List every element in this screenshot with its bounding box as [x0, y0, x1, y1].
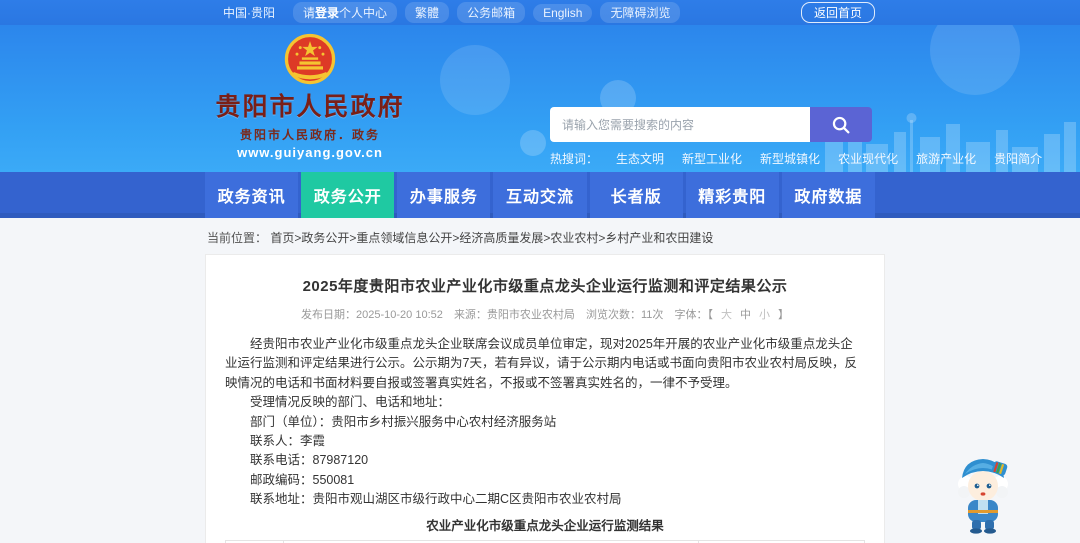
- topbar-link-traditional-chinese[interactable]: 繁體: [405, 2, 450, 23]
- contact-address-line: 联系地址：贵阳市观山湖区市级行政中心二期C区贵阳市农业农村局: [250, 492, 622, 506]
- font-size-small-button[interactable]: 小: [759, 309, 770, 321]
- article-card: 2025年度贵阳市农业产业化市级重点龙头企业运行监测和评定结果公示 发布日期：2…: [205, 254, 885, 543]
- site-header-banner: 贵阳市人民政府 贵阳市人民政府．政务 www.guiyang.gov.cn 热搜…: [0, 25, 1080, 172]
- site-subtitle: 贵阳市人民政府．政务: [239, 128, 380, 142]
- article-title: 2025年度贵阳市农业产业化市级重点龙头企业运行监测和评定结果公示: [302, 278, 788, 295]
- breadcrumb-path[interactable]: 首页>政务公开>重点领域信息公开>经济高质量发展>农业农村>乡村产业和农田建设: [270, 231, 713, 245]
- table-caption: 农业产业化市级重点龙头企业运行监测结果: [426, 519, 664, 534]
- bokeh-decor: [930, 25, 1020, 95]
- topbar-link-official-mail[interactable]: 公务邮箱: [457, 2, 526, 23]
- hot-word-tourism[interactable]: 旅游产业化: [916, 150, 976, 167]
- topbar-login-link[interactable]: 请登录个人中心: [293, 2, 398, 23]
- top-utility-bar: 中国·贵阳 请登录个人中心 繁體 公务邮箱 English 无障碍浏览 返回首页: [0, 0, 1080, 25]
- font-size-medium-button[interactable]: 中: [740, 309, 751, 321]
- search-input[interactable]: [550, 107, 810, 142]
- site-name: 贵阳市人民政府: [215, 93, 405, 121]
- nav-item-news[interactable]: 政务资讯: [205, 172, 299, 218]
- topbar-links: 中国·贵阳 请登录个人中心 繁體 公务邮箱 English 无障碍浏览: [213, 2, 681, 23]
- breadcrumb-label: 当前位置：: [207, 231, 268, 245]
- font-size-bracket: 】: [777, 309, 789, 321]
- hot-word-industrialization[interactable]: 新型工业化: [682, 150, 742, 167]
- nav-item-gov-data[interactable]: 政府数据: [781, 172, 875, 218]
- nav-item-wonderful-guiyang[interactable]: 精彩贵阳: [685, 172, 779, 218]
- contact-department-line: 部门（单位）：贵阳市乡村振兴服务中心农村经济服务站: [250, 414, 557, 429]
- search-block: 热搜词： 生态文明 新型工业化 新型城镇化 农业现代化 旅游产业化 贵阳简介: [550, 107, 1042, 167]
- topbar-link-accessibility[interactable]: 无障碍浏览: [600, 2, 681, 23]
- topbar-link-china-guiyang[interactable]: 中国·贵阳: [213, 2, 285, 23]
- hot-word-urbanization[interactable]: 新型城镇化: [760, 150, 820, 167]
- article-source: 来源：贵阳市农业农村局: [453, 309, 575, 321]
- article-meta: 发布日期：2025-10-20 10:52 来源：贵阳市农业农村局 浏览次数：1…: [225, 306, 865, 322]
- main-nav: 政务资讯 政务公开 办事服务 互动交流 长者版 精彩贵阳 政府数据: [0, 172, 1080, 218]
- search-button[interactable]: [810, 107, 872, 142]
- login-bold: 登录: [315, 6, 340, 20]
- contact-person-line: 联系人：李霞: [250, 433, 326, 448]
- nav-item-interaction[interactable]: 互动交流: [493, 172, 587, 218]
- view-count: 浏览次数：11次: [586, 309, 664, 321]
- breadcrumb: 当前位置： 首页>政务公开>重点领域信息公开>经济高质量发展>农业农村>乡村产业…: [205, 218, 875, 254]
- page: 中国·贵阳 请登录个人中心 繁體 公务邮箱 English 无障碍浏览 返回首页: [0, 0, 1080, 543]
- login-suffix: 个人中心: [339, 6, 388, 20]
- topbar-link-english[interactable]: English: [533, 3, 593, 22]
- hot-word-agriculture[interactable]: 农业现代化: [838, 150, 898, 167]
- nav-item-senior-version[interactable]: 长者版: [589, 172, 683, 218]
- return-home-button[interactable]: 返回首页: [800, 2, 875, 23]
- publish-date: 发布日期：2025-10-20 10:52: [301, 309, 443, 321]
- font-size-large-button[interactable]: 大: [721, 309, 732, 321]
- article-paragraph: 受理情况反映的部门、电话和地址：: [250, 395, 451, 410]
- bokeh-decor: [440, 45, 510, 115]
- postal-code-line: 邮政编码：550081: [250, 472, 355, 487]
- search-icon: [832, 116, 850, 133]
- nav-item-gov-disclosure[interactable]: 政务公开: [301, 172, 395, 218]
- mascot-icon[interactable]: [952, 450, 1014, 534]
- hot-word-ecology[interactable]: 生态文明: [616, 150, 664, 167]
- hot-search-label: 热搜词：: [550, 152, 599, 166]
- font-size-label: 字体：【: [674, 309, 713, 321]
- site-logo-block[interactable]: 贵阳市人民政府 贵阳市人民政府．政务 www.guiyang.gov.cn: [215, 33, 405, 160]
- login-prefix: 请: [303, 6, 316, 20]
- hot-search-row: 热搜词： 生态文明 新型工业化 新型城镇化 农业现代化 旅游产业化 贵阳简介: [550, 150, 1042, 167]
- bokeh-decor: [520, 130, 546, 156]
- contact-phone-line: 联系电话：87987120: [250, 453, 369, 468]
- article-body: 经贵阳市农业产业化市级重点龙头企业联席会议成员单位审定，现对2025年开展的农业…: [225, 335, 865, 509]
- article-paragraph: 经贵阳市农业产业化市级重点龙头企业联席会议成员单位审定，现对2025年开展的农业…: [225, 337, 857, 390]
- site-url: www.guiyang.gov.cn: [237, 145, 383, 160]
- national-emblem-icon: [284, 33, 336, 85]
- nav-item-services[interactable]: 办事服务: [397, 172, 491, 218]
- hot-word-guiyang-intro[interactable]: 贵阳简介: [994, 150, 1042, 167]
